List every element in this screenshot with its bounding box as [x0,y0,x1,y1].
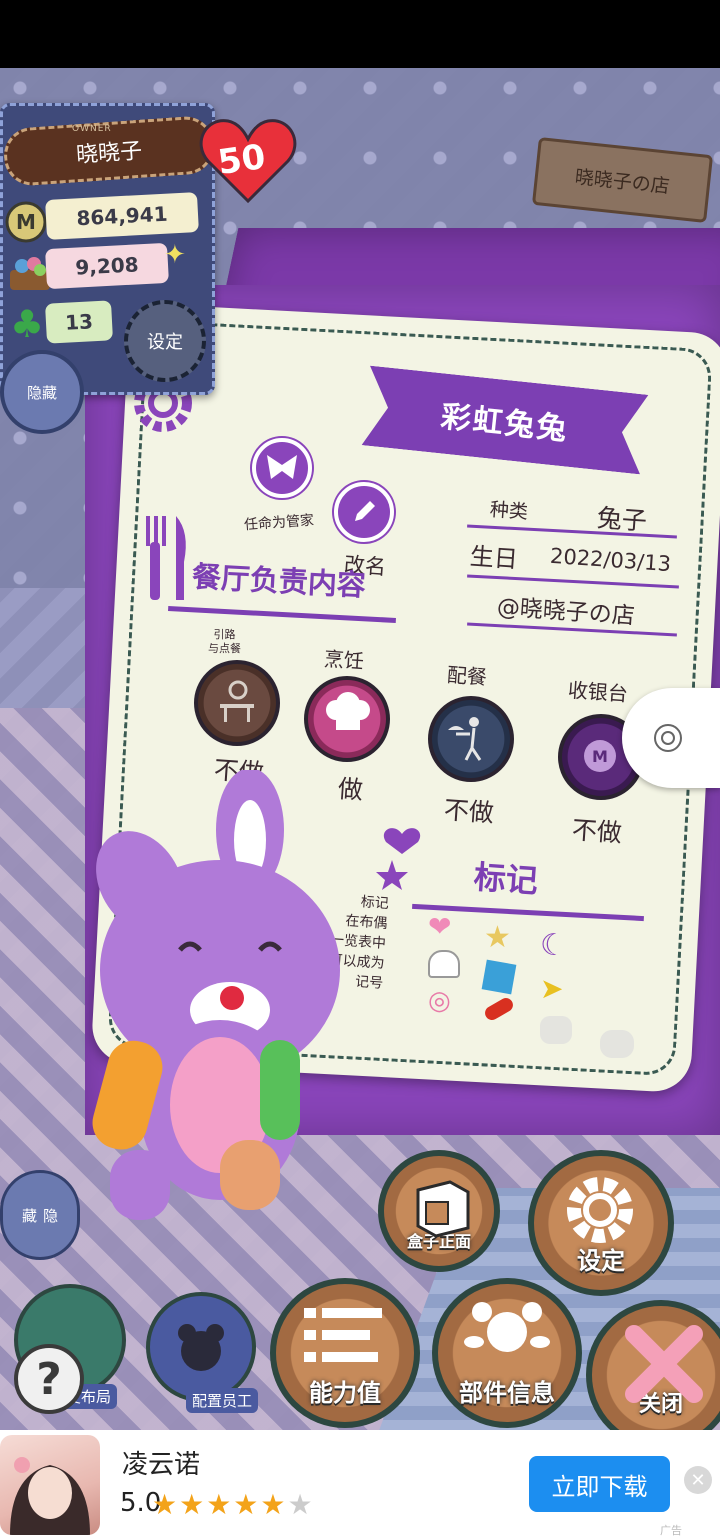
assign-staff-label: 配置员工 [186,1388,259,1413]
rating-stars-icon: ★★★★★★ [152,1488,315,1521]
materials-count: 9,208 [45,242,169,290]
coin-count: 864,941 [45,192,199,240]
coin-icon: M [5,201,47,243]
assign-staff-button[interactable] [146,1292,256,1402]
parts-icon [464,1302,550,1352]
bear-head-icon [178,1324,224,1371]
ad-tag: 广告 [660,1524,682,1537]
assign-butler-button[interactable] [252,438,312,498]
species-label: 种类 [489,498,529,524]
close-x-icon [625,1325,703,1403]
mark-lollipop-icon[interactable]: ◎ [428,986,451,1016]
marks-title: 标记 [472,857,540,901]
svg-text:M: M [16,210,36,234]
box-front-icon [416,1180,470,1238]
mark-moon-icon[interactable]: ☾ [540,928,567,963]
rename-button[interactable] [334,482,394,542]
ad-download-label: 立即下载 [551,1472,648,1501]
clover-count: 13 [44,300,114,344]
ad-character-image [10,1457,90,1535]
pencil-icon [355,501,375,521]
ad-thumbnail[interactable] [0,1435,100,1535]
duty-serving-status: 不做 [442,795,495,828]
floating-assistant-bubble[interactable] [622,688,720,788]
mark-chef-hat-icon[interactable] [428,950,460,978]
duty-cashier-label: 收银台 [567,677,629,707]
settings-button[interactable]: 设定 [528,1150,674,1296]
chef-hat-icon [326,692,370,730]
duty-guide-toggle[interactable] [194,660,280,746]
mark-empty-slot-1-icon[interactable] [540,1016,572,1044]
ability-label: 能力值 [309,1379,381,1407]
player-settings-label: 设定 [147,332,183,353]
help-label: ? [36,1353,62,1405]
duty-cashier-status: 不做 [570,815,623,848]
duty-serving-label: 配餐 [446,662,488,690]
ad-title: 凌云诺 [122,1450,201,1480]
help-button[interactable]: ? [14,1344,84,1414]
assistant-icon [654,724,682,752]
duty-guide-label: 引路 与点餐 [208,628,241,655]
duty-serving-toggle[interactable] [428,696,514,782]
ad-banner[interactable]: 凌云诺 5.0 ★★★★★★ 立即下载 ✕ 广告 [0,1430,720,1540]
sparkle-icon: ✦ [164,240,186,270]
ad-close-icon[interactable]: ✕ [684,1466,712,1494]
box-front-button[interactable]: 盒子正面 [378,1150,500,1272]
ad-download-button[interactable]: 立即下载 [529,1456,670,1512]
guide-table-icon [220,680,254,722]
owner-label: OWNER [72,124,112,134]
waiter-icon [448,717,482,761]
mark-book-icon[interactable] [481,959,517,995]
gear-icon [567,1177,633,1243]
player-settings-button[interactable]: 设定 [124,300,206,382]
ability-button[interactable]: 能力值 [270,1278,420,1428]
clover-icon: ♣ [10,302,45,346]
mark-empty-slot-2-icon[interactable] [600,1030,634,1058]
mark-star-icon[interactable]: ★ [484,920,511,955]
rainbow-bunny-doll[interactable] [70,770,370,1230]
parts-info-button[interactable]: 部件信息 [432,1278,582,1428]
birthday-label: 生日 [468,542,519,574]
mark-arrow-icon[interactable]: ➤ [540,972,563,1005]
doll-name: 彩虹兔兔 [439,399,571,448]
player-level: 50 [215,136,268,184]
heart-star-icon [376,828,421,890]
duty-cooking-toggle[interactable] [304,676,390,762]
status-bar [0,0,720,68]
ability-bars-icon [304,1308,382,1362]
hide-menu-button[interactable]: 隐 藏 [0,1170,80,1260]
hide-menu-label: 隐 藏 [20,1207,59,1223]
hide-panel-label: 隐藏 [26,383,57,402]
fork-knife-icon [146,516,186,600]
hide-panel-button[interactable]: 隐藏 [0,350,84,434]
owner-name: 晓晓子 [75,138,143,169]
svg-text:M: M [592,747,608,766]
mark-heart-icon[interactable]: ❤ [428,910,451,943]
butler-tie-icon [267,455,297,479]
duty-cooking-label: 烹饪 [323,646,365,674]
parts-info-label: 部件信息 [459,1379,555,1407]
